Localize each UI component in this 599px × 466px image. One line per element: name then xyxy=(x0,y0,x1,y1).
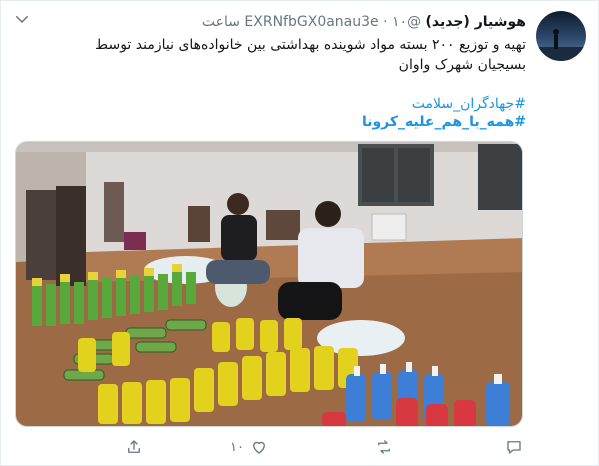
photo-illustration xyxy=(16,142,522,426)
tweet-text: تهیه و توزیع ۲۰۰ بسته مواد شوینده بهداشت… xyxy=(95,37,526,73)
share-button[interactable] xyxy=(125,435,143,459)
avatar-image xyxy=(536,11,586,61)
chevron-down-icon[interactable] xyxy=(13,10,31,28)
tweet-action-bar: ۱۰ xyxy=(15,435,523,459)
like-button[interactable]: ۱۰ xyxy=(230,435,268,459)
display-name[interactable]: هوشیار (جدید) xyxy=(426,14,526,30)
retweet-icon xyxy=(378,440,390,454)
like-count: ۱۰ xyxy=(230,439,244,455)
separator-dot: · xyxy=(383,14,388,30)
share-icon xyxy=(128,440,140,453)
heart-icon xyxy=(253,441,265,454)
tweet-photo[interactable] xyxy=(15,141,523,427)
hashtag-link[interactable]: #جهادگران_سلامت xyxy=(362,95,526,113)
tweet-header: هوشیار (جدید) @EXRNfbGX0anau3e · ۱۰ ساعت xyxy=(202,13,526,31)
reply-button[interactable] xyxy=(499,435,523,459)
hashtag-list: #جهادگران_سلامت #همه_با_هم_علیه_کرونا xyxy=(362,95,526,131)
avatar[interactable] xyxy=(536,11,586,61)
tweet-card[interactable]: هوشیار (جدید) @EXRNfbGX0anau3e · ۱۰ ساعت… xyxy=(0,0,599,466)
retweet-button[interactable] xyxy=(369,435,393,459)
reply-icon xyxy=(507,441,521,454)
hashtag-link[interactable]: #همه_با_هم_علیه_کرونا xyxy=(362,113,526,131)
